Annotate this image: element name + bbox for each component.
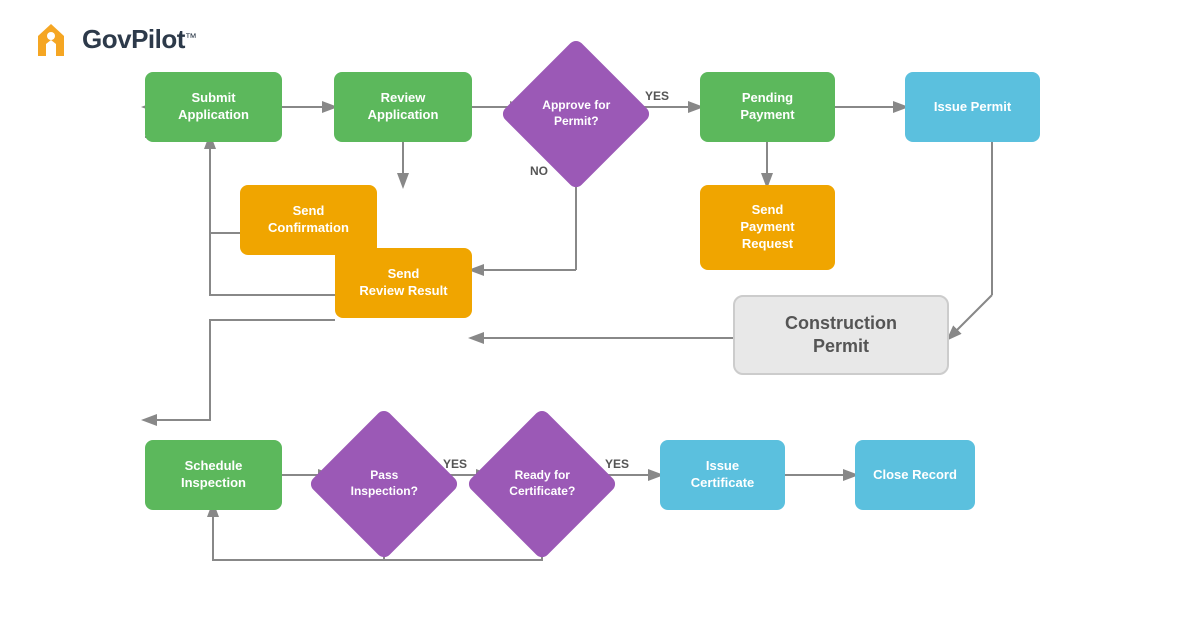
close-record-node: Close Record [855, 440, 975, 510]
send-confirmation-node: Send Confirmation [240, 185, 377, 255]
yes-label-pass: YES [443, 457, 467, 471]
no-label-approve: NO [530, 164, 548, 178]
schedule-inspection-node: Schedule Inspection [145, 440, 282, 510]
issue-certificate-node: Issue Certificate [660, 440, 785, 510]
send-review-result-node: Send Review Result [335, 248, 472, 318]
page: GovPilot™ [0, 0, 1200, 627]
yes-label-approve: YES [645, 89, 669, 103]
construction-permit-node: Construction Permit [733, 295, 949, 375]
review-application-node: Review Application [334, 72, 472, 142]
issue-permit-node: Issue Permit [905, 72, 1040, 142]
send-payment-request-node: Send Payment Request [700, 185, 835, 270]
yes-label-ready: YES [605, 457, 629, 471]
submit-application-node: Submit Application [145, 72, 282, 142]
pending-payment-node: Pending Payment [700, 72, 835, 142]
